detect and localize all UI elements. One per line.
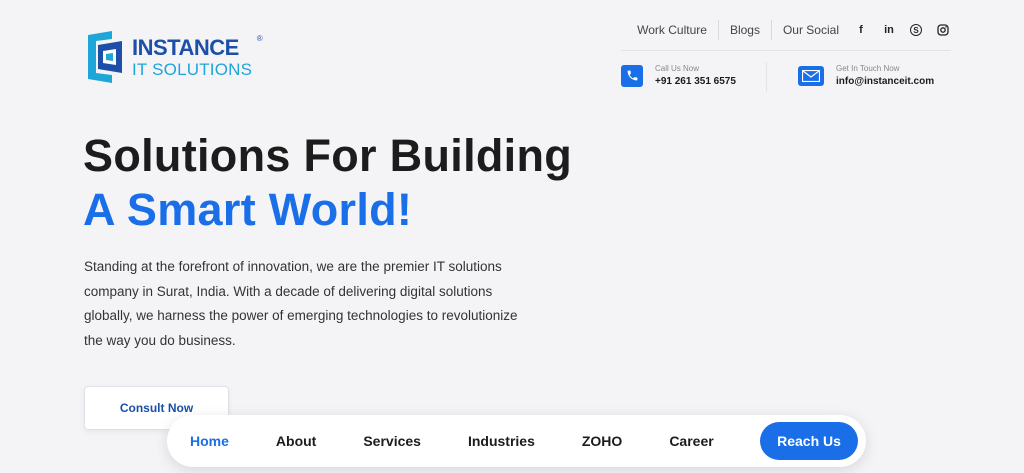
logo-subtitle: IT SOLUTIONS bbox=[132, 59, 253, 79]
header-divider bbox=[621, 50, 951, 51]
contact-phone[interactable]: Call Us Now +91 261 351 6575 bbox=[621, 64, 736, 87]
main-navigation: Home About Services Industries ZOHO Care… bbox=[167, 415, 866, 467]
skype-icon[interactable]: S bbox=[910, 24, 922, 36]
hero-description: Standing at the forefront of innovation,… bbox=[84, 259, 518, 348]
nav-link-our-social[interactable]: Our Social bbox=[772, 20, 850, 40]
top-navigation: Work Culture Blogs Our Social f in S bbox=[637, 20, 950, 40]
logo-mark-icon bbox=[82, 27, 128, 87]
email-address[interactable]: info@instanceit.com bbox=[836, 76, 934, 87]
nav-item-home[interactable]: Home bbox=[190, 433, 229, 449]
nav-item-about[interactable]: About bbox=[276, 433, 316, 449]
hero-title-highlight: A Smart World! bbox=[83, 184, 413, 235]
nav-link-work-culture[interactable]: Work Culture bbox=[637, 20, 719, 40]
contact-divider bbox=[766, 62, 767, 92]
reach-us-button[interactable]: Reach Us bbox=[760, 422, 858, 460]
social-links: f in S bbox=[854, 23, 950, 37]
registered-mark: ® bbox=[256, 33, 263, 43]
company-logo[interactable]: INSTANCE ® IT SOLUTIONS bbox=[82, 26, 272, 88]
nav-item-industries[interactable]: Industries bbox=[468, 433, 535, 449]
phone-number[interactable]: +91 261 351 6575 bbox=[655, 76, 736, 87]
contact-email[interactable]: Get In Touch Now info@instanceit.com bbox=[798, 64, 934, 87]
logo-title: INSTANCE ® bbox=[132, 33, 263, 60]
phone-label: Call Us Now bbox=[655, 64, 700, 73]
nav-item-career[interactable]: Career bbox=[669, 433, 713, 449]
email-label: Get In Touch Now bbox=[836, 64, 900, 73]
linkedin-icon[interactable]: in bbox=[882, 23, 896, 37]
mail-icon bbox=[798, 65, 824, 86]
hero-title: Solutions For Building bbox=[83, 130, 573, 181]
phone-icon bbox=[621, 64, 643, 87]
nav-item-zoho[interactable]: ZOHO bbox=[582, 433, 622, 449]
instagram-icon[interactable] bbox=[936, 23, 950, 37]
facebook-icon[interactable]: f bbox=[854, 23, 868, 37]
nav-item-services[interactable]: Services bbox=[363, 433, 421, 449]
nav-link-blogs[interactable]: Blogs bbox=[719, 20, 772, 40]
